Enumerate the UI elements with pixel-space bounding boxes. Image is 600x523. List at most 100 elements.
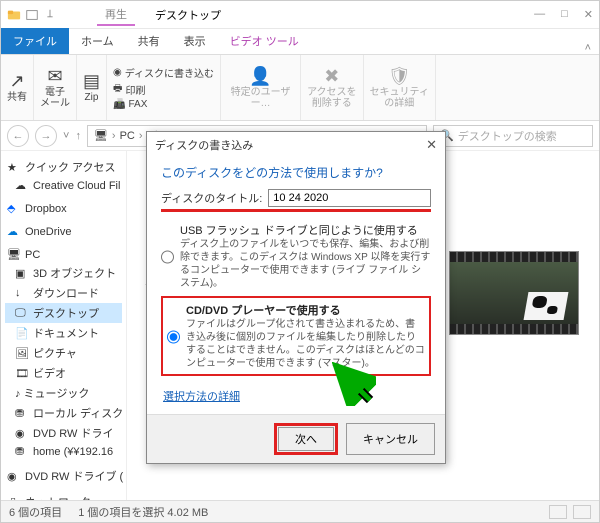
remove-access-icon: ✖ xyxy=(324,67,339,85)
status-selection: 1 個の項目を選択 4.02 MB xyxy=(78,504,208,520)
status-bar: 6 個の項目 1 個の項目を選択 4.02 MB xyxy=(1,500,599,522)
ribbon-zip[interactable]: ▤ Zip xyxy=(77,55,107,120)
sidebar-onedrive[interactable]: ☁OneDrive xyxy=(5,223,122,240)
sidebar-local-disk[interactable]: ⛃ローカル ディスク ( xyxy=(5,403,122,423)
sidebar-desktop[interactable]: 🖵デスクトップ xyxy=(5,303,122,323)
cancel-button[interactable]: キャンセル xyxy=(346,423,435,455)
maximize-button[interactable]: □ xyxy=(561,8,568,21)
ribbon-mail[interactable]: ✉ 電子 メール xyxy=(34,55,77,120)
option-usb-desc: ディスク上のファイルをいつでも保存、編集、および削除できます。このディスクは W… xyxy=(180,238,431,290)
sidebar-downloads[interactable]: ↓ダウンロード xyxy=(5,283,122,303)
sidebar-dvd-rw[interactable]: ◉DVD RW ドライ xyxy=(5,423,122,443)
dialog-close-button[interactable]: ✕ xyxy=(426,137,437,153)
star-icon: ★ xyxy=(7,161,20,174)
disc-icon: ◉ xyxy=(15,427,28,440)
window-title: デスクトップ xyxy=(155,7,221,23)
picture-icon: 🖼 xyxy=(15,347,28,360)
context-tab-label: 再生 xyxy=(97,4,135,26)
pc-icon: 🖥 xyxy=(7,248,20,261)
option-usb-flash[interactable]: USB フラッシュ ドライブと同じように使用する ディスク上のファイルをいつでも… xyxy=(161,222,431,290)
ribbon-print[interactable]: 🖶印刷 xyxy=(113,81,145,98)
help-link[interactable]: 選択方法の詳細 xyxy=(163,388,240,404)
disc-icon: ◉ xyxy=(113,67,122,78)
titlebar: 再生 デスクトップ — □ ✕ xyxy=(1,1,599,29)
sidebar-music[interactable]: ♪ ミュージック xyxy=(5,383,122,403)
share-icon: ↗ xyxy=(9,72,24,90)
option-cddvd-desc: ファイルはグループ化されて書き込まれるため、書き込み後に個別のファイルを編集した… xyxy=(186,318,425,370)
onedrive-icon: ☁ xyxy=(7,225,20,238)
ribbon-share[interactable]: ↗ 共有 xyxy=(1,55,34,120)
user-icon: 👤 xyxy=(249,67,271,85)
nav-history-dropdown[interactable]: ˅ xyxy=(63,130,69,142)
ribbon-burn-group: ◉ディスクに書き込む 🖶印刷 📠FAX xyxy=(107,55,221,120)
minimize-button[interactable]: — xyxy=(534,8,545,21)
sidebar: ★クイック アクセス ☁Creative Cloud Fil ⬘Dropbox … xyxy=(1,151,127,500)
search-box[interactable]: 🔍 デスクトップの検索 xyxy=(433,125,593,147)
tab-home[interactable]: ホーム xyxy=(69,28,126,54)
video-icon: 🎞 xyxy=(15,367,28,380)
ribbon-remove-access[interactable]: ✖ アクセスを 削除する xyxy=(301,55,364,120)
tab-view[interactable]: 表示 xyxy=(172,28,218,54)
dialog-question: このディスクをどの方法で使用しますか? xyxy=(161,164,431,181)
burn-disc-dialog: ディスクの書き込み ✕ このディスクをどの方法で使用しますか? ディスクのタイト… xyxy=(146,131,446,464)
ribbon-specific-user[interactable]: 👤 特定のユーザー… xyxy=(221,55,301,120)
sidebar-dvd-rw-2[interactable]: ◉DVD RW ドライブ ( xyxy=(5,466,122,486)
sidebar-quick-access[interactable]: ★クイック アクセス xyxy=(5,157,122,177)
close-button[interactable]: ✕ xyxy=(584,8,593,21)
tab-video-tools[interactable]: ビデオ ツール xyxy=(218,28,311,54)
sidebar-creative-cloud[interactable]: ☁Creative Cloud Fil xyxy=(5,177,122,194)
sidebar-documents[interactable]: 📄ドキュメント xyxy=(5,323,122,343)
sidebar-dropbox[interactable]: ⬘Dropbox xyxy=(5,200,122,217)
search-placeholder: デスクトップの検索 xyxy=(458,128,557,144)
view-details-button[interactable] xyxy=(549,505,567,519)
pc-icon: 🖥 xyxy=(94,129,108,142)
mail-icon: ✉ xyxy=(47,67,62,85)
shield-icon: 🛡 xyxy=(388,67,411,85)
status-item-count: 6 個の項目 xyxy=(9,504,62,520)
disc-icon: ◉ xyxy=(7,470,20,483)
file-item-video[interactable] xyxy=(449,251,579,335)
ribbon-burn[interactable]: ◉ディスクに書き込む xyxy=(113,65,214,80)
recent-icon xyxy=(25,8,39,22)
zip-icon: ▤ xyxy=(83,72,100,90)
sidebar-videos[interactable]: 🎞ビデオ xyxy=(5,363,122,383)
nav-forward[interactable]: → xyxy=(35,125,57,147)
fax-icon: 📠 xyxy=(113,99,125,110)
next-button[interactable]: 次へ xyxy=(278,427,334,451)
option-cddvd-title: CD/DVD プレーヤーで使用する xyxy=(186,302,425,318)
dialog-title: ディスクの書き込み xyxy=(155,137,253,153)
pin-icon xyxy=(43,8,57,22)
option-cd-dvd[interactable]: CD/DVD プレーヤーで使用する ファイルはグループ化されて書き込まれるため、… xyxy=(161,296,431,376)
video-thumbnail-image xyxy=(524,292,569,320)
disc-title-label: ディスクのタイトル: xyxy=(161,190,262,206)
radio-cd-dvd[interactable] xyxy=(167,304,180,370)
download-icon: ↓ xyxy=(15,287,28,300)
tab-share[interactable]: 共有 xyxy=(126,28,172,54)
breadcrumb-pc[interactable]: PC xyxy=(120,130,135,142)
print-icon: 🖶 xyxy=(113,81,122,98)
ribbon-security[interactable]: 🛡 セキュリティ の詳細 xyxy=(364,55,436,120)
sidebar-3d-objects[interactable]: ▣3D オブジェクト xyxy=(5,263,122,283)
ribbon-tabs: ファイル ホーム 共有 表示 ビデオ ツール ˄ xyxy=(1,29,599,55)
next-button-highlight: 次へ xyxy=(274,423,338,455)
desktop-icon: 🖵 xyxy=(15,307,28,320)
cloud-icon: ☁ xyxy=(15,179,28,192)
sidebar-network[interactable]: 🖧ネットワーク xyxy=(5,492,122,500)
radio-usb-flash[interactable] xyxy=(161,224,174,290)
disc-title-input[interactable] xyxy=(268,189,431,207)
nav-back[interactable]: ← xyxy=(7,125,29,147)
cube-icon: ▣ xyxy=(15,267,28,280)
sidebar-pc[interactable]: 🖥PC xyxy=(5,246,122,263)
option-usb-title: USB フラッシュ ドライブと同じように使用する xyxy=(180,222,431,238)
doc-icon: 📄 xyxy=(15,327,28,340)
view-icons-button[interactable] xyxy=(573,505,591,519)
tab-file[interactable]: ファイル xyxy=(1,28,69,54)
highlight-underline xyxy=(161,209,431,212)
sidebar-home-net[interactable]: ⛃home (¥¥192.16 xyxy=(5,443,122,460)
folder-icon xyxy=(7,8,21,22)
sidebar-pictures[interactable]: 🖼ピクチャ xyxy=(5,343,122,363)
ribbon-collapse[interactable]: ˄ xyxy=(577,42,599,54)
ribbon-fax[interactable]: 📠FAX xyxy=(113,99,147,110)
drive-icon: ⛃ xyxy=(15,407,28,420)
nav-up[interactable]: ↑ xyxy=(75,130,81,142)
